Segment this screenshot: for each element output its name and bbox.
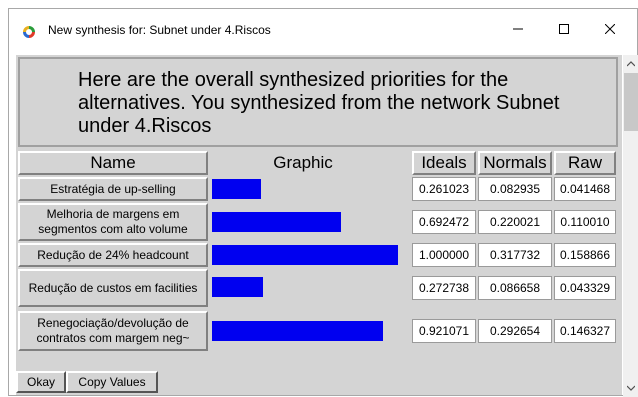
content-area: Here are the overall synthesized priorit… bbox=[16, 55, 622, 395]
raw-value: 0.110010 bbox=[554, 210, 616, 234]
maximize-icon bbox=[559, 24, 569, 34]
row-name: Redução de 24% headcount bbox=[18, 243, 208, 267]
column-header-ideals: Ideals bbox=[412, 151, 476, 175]
normal-value: 0.292654 bbox=[478, 319, 552, 343]
close-icon bbox=[605, 24, 615, 34]
app-icon bbox=[23, 26, 35, 38]
copy-values-button[interactable]: Copy Values bbox=[66, 371, 158, 393]
chevron-down-icon bbox=[627, 385, 635, 391]
row-name: Renegociação/devolução de contratos com … bbox=[18, 311, 208, 351]
chevron-up-icon bbox=[627, 61, 635, 67]
priority-bar bbox=[212, 277, 263, 297]
window-title: New synthesis for: Subnet under 4.Riscos bbox=[48, 23, 271, 37]
column-header-normals: Normals bbox=[478, 151, 552, 175]
summary-text: Here are the overall synthesized priorit… bbox=[78, 69, 560, 137]
scrollbar-thumb[interactable] bbox=[624, 73, 638, 131]
normal-value: 0.220021 bbox=[478, 210, 552, 234]
title-bar[interactable]: New synthesis for: Subnet under 4.Riscos bbox=[9, 9, 637, 49]
close-button[interactable] bbox=[587, 9, 633, 49]
column-header-graphic: Graphic bbox=[208, 151, 398, 175]
raw-value: 0.158866 bbox=[554, 243, 616, 267]
maximize-button[interactable] bbox=[541, 9, 587, 49]
priority-bar bbox=[212, 179, 261, 199]
scroll-up-arrow[interactable] bbox=[623, 55, 638, 73]
raw-value: 0.043329 bbox=[554, 276, 616, 300]
priority-bar bbox=[212, 212, 341, 232]
priority-bar bbox=[212, 321, 383, 341]
ideal-value: 0.921071 bbox=[412, 319, 476, 343]
minimize-icon bbox=[513, 28, 523, 30]
scroll-down-arrow[interactable] bbox=[623, 379, 638, 397]
raw-value: 0.041468 bbox=[554, 177, 616, 201]
normal-value: 0.082935 bbox=[478, 177, 552, 201]
minimize-button[interactable] bbox=[495, 9, 541, 49]
ideal-value: 1.000000 bbox=[412, 243, 476, 267]
column-header-raw: Raw bbox=[554, 151, 616, 175]
vertical-scrollbar[interactable] bbox=[623, 55, 638, 397]
okay-button[interactable]: Okay bbox=[16, 371, 66, 393]
normal-value: 0.086658 bbox=[478, 276, 552, 300]
normal-value: 0.317732 bbox=[478, 243, 552, 267]
ideal-value: 0.272738 bbox=[412, 276, 476, 300]
ideal-value: 0.261023 bbox=[412, 177, 476, 201]
raw-value: 0.146327 bbox=[554, 319, 616, 343]
summary-panel: Here are the overall synthesized priorit… bbox=[18, 57, 618, 147]
column-header-name: Name bbox=[18, 151, 208, 175]
row-name: Estratégia de up-selling bbox=[18, 177, 208, 201]
synthesis-window: New synthesis for: Subnet under 4.Riscos… bbox=[8, 8, 638, 397]
priority-bar bbox=[212, 245, 398, 265]
row-name: Melhoria de margens em segmentos com alt… bbox=[18, 203, 208, 241]
row-name: Redução de custos em facilities bbox=[18, 269, 208, 307]
ideal-value: 0.692472 bbox=[412, 210, 476, 234]
